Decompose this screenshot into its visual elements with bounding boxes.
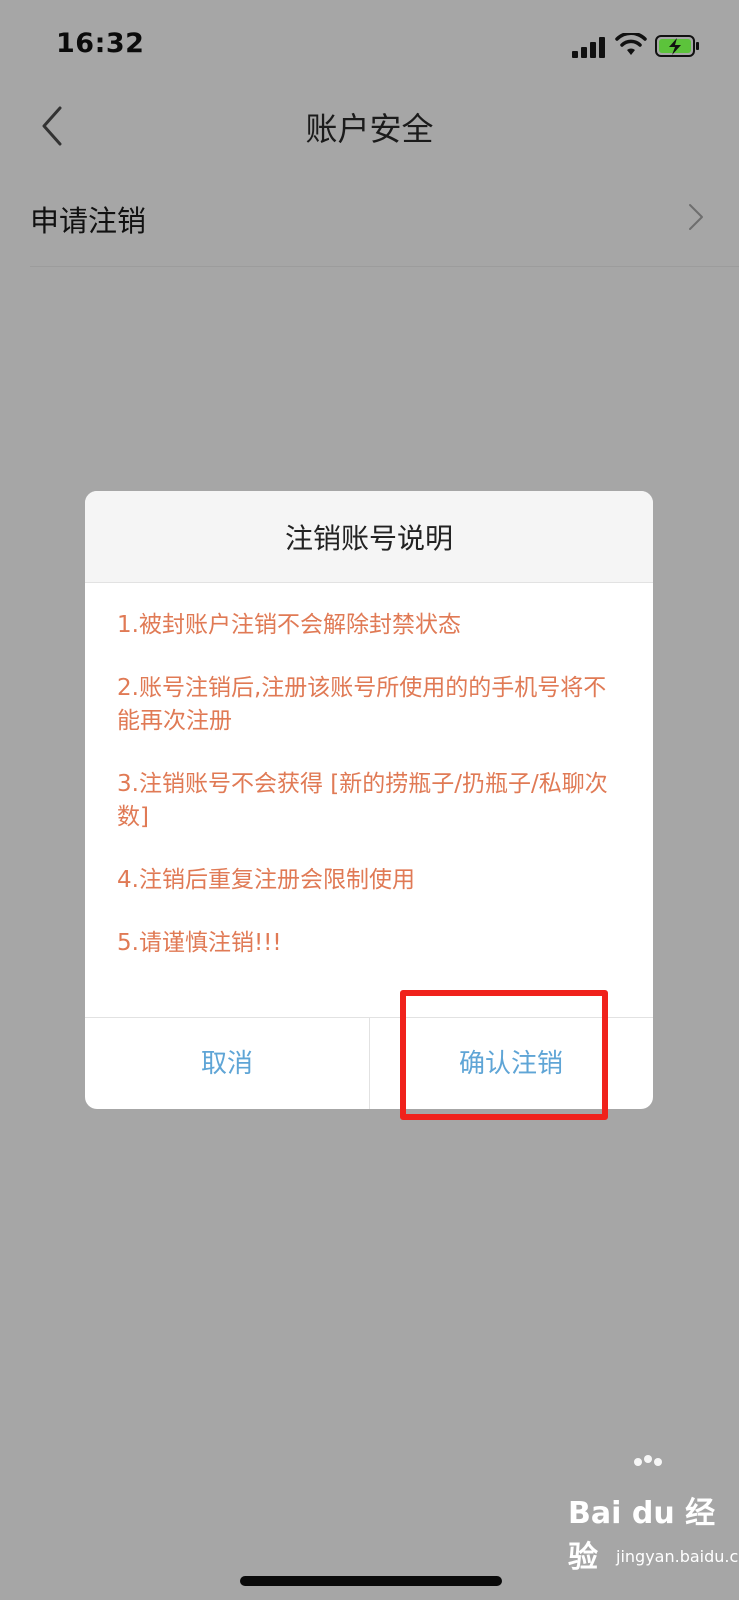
cancel-button[interactable]: 取消 bbox=[85, 1018, 369, 1109]
wifi-icon bbox=[615, 33, 647, 55]
home-indicator bbox=[240, 1576, 502, 1586]
chevron-right-icon bbox=[689, 204, 703, 230]
list-divider bbox=[30, 266, 739, 267]
notice-item: 4.注销后重复注册会限制使用 bbox=[117, 867, 415, 893]
cellular-signal-icon bbox=[572, 37, 605, 58]
dialog-body: 1.被封账户注销不会解除封禁状态 2.账号注销后,注册该账号所使用的的手机号将不… bbox=[117, 609, 627, 990]
notice-item: 1.被封账户注销不会解除封禁状态 bbox=[117, 612, 461, 638]
list-item-apply-deactivation[interactable]: 申请注销 bbox=[0, 170, 739, 266]
dialog-header: 注销账号说明 bbox=[85, 491, 653, 583]
watermark-url: jingyan.baidu.com bbox=[616, 1547, 739, 1566]
status-bar: 16:32 bbox=[0, 0, 739, 90]
notice-item: 3.注销账号不会获得 [新的捞瓶子/扔瓶子/私聊次数] bbox=[117, 771, 608, 830]
dialog-title: 注销账号说明 bbox=[284, 522, 453, 555]
notice-item: 2.账号注销后,注册该账号所使用的的手机号将不能再次注册 bbox=[117, 675, 607, 734]
notice-item: 5.请谨慎注销!!! bbox=[117, 930, 282, 956]
highlight-box bbox=[400, 990, 608, 1120]
status-time: 16:32 bbox=[56, 28, 145, 59]
page-title: 账户安全 bbox=[305, 110, 434, 148]
list-item-label: 申请注销 bbox=[30, 204, 147, 238]
nav-bar: 账户安全 bbox=[0, 90, 739, 162]
battery-charging-icon bbox=[655, 35, 699, 57]
